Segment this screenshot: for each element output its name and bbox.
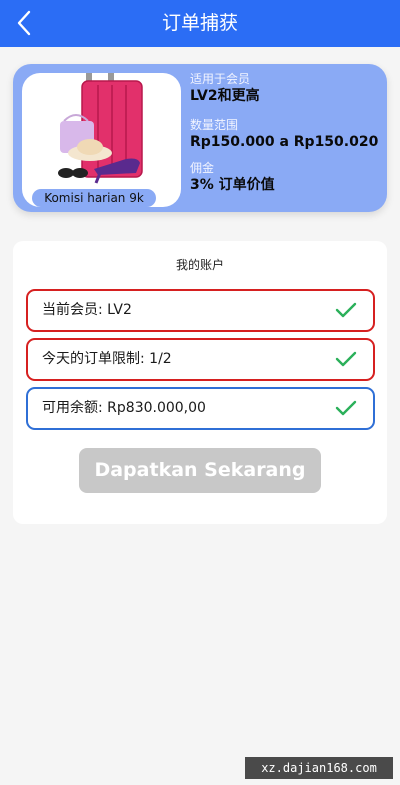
amount-range-label: 数量范围 xyxy=(190,118,239,132)
site-watermark: xz.dajian168.com xyxy=(245,757,393,779)
commission-label: 佣金 xyxy=(190,161,215,175)
status-row-order-limit[interactable]: 今天的订单限制: 1/2 xyxy=(26,338,375,381)
status-text: 今天的订单限制: 1/2 xyxy=(42,351,172,367)
status-row-member-level[interactable]: 当前会员: LV2 xyxy=(26,289,375,332)
daily-commission-badge: Komisi harian 9k xyxy=(32,189,156,207)
member-level-label: 适用于会员 xyxy=(190,72,251,86)
check-icon xyxy=(335,351,357,367)
product-image xyxy=(58,73,143,184)
account-title: 我的账户 xyxy=(175,258,224,272)
status-row-balance[interactable]: 可用余额: Rp830.000,00 xyxy=(26,387,375,430)
product-card: Komisi harian 9k 适用于会员 LV2和更高 数量范围 Rp150… xyxy=(13,64,387,212)
get-now-button[interactable]: Dapatkan Sekarang xyxy=(79,448,321,493)
top-bar: 订单捕获 xyxy=(0,0,400,47)
check-icon xyxy=(335,302,357,318)
status-text: 当前会员: LV2 xyxy=(42,302,132,318)
account-panel: 我的账户 当前会员: LV2 今天的订单限制: 1/2 可用余额: Rp830.… xyxy=(13,241,387,524)
status-text: 可用余额: Rp830.000,00 xyxy=(42,400,206,416)
product-image-frame: Komisi harian 9k xyxy=(22,73,181,207)
product-info: 适用于会员 LV2和更高 数量范围 Rp150.000 a Rp150.020 … xyxy=(190,71,380,194)
amount-range-value: Rp150.000 a Rp150.020 xyxy=(190,134,379,150)
page-title: 订单捕获 xyxy=(161,12,238,34)
commission-value: 3% 订单价值 xyxy=(190,177,275,193)
member-level-value: LV2和更高 xyxy=(190,88,260,104)
check-icon xyxy=(335,400,357,416)
